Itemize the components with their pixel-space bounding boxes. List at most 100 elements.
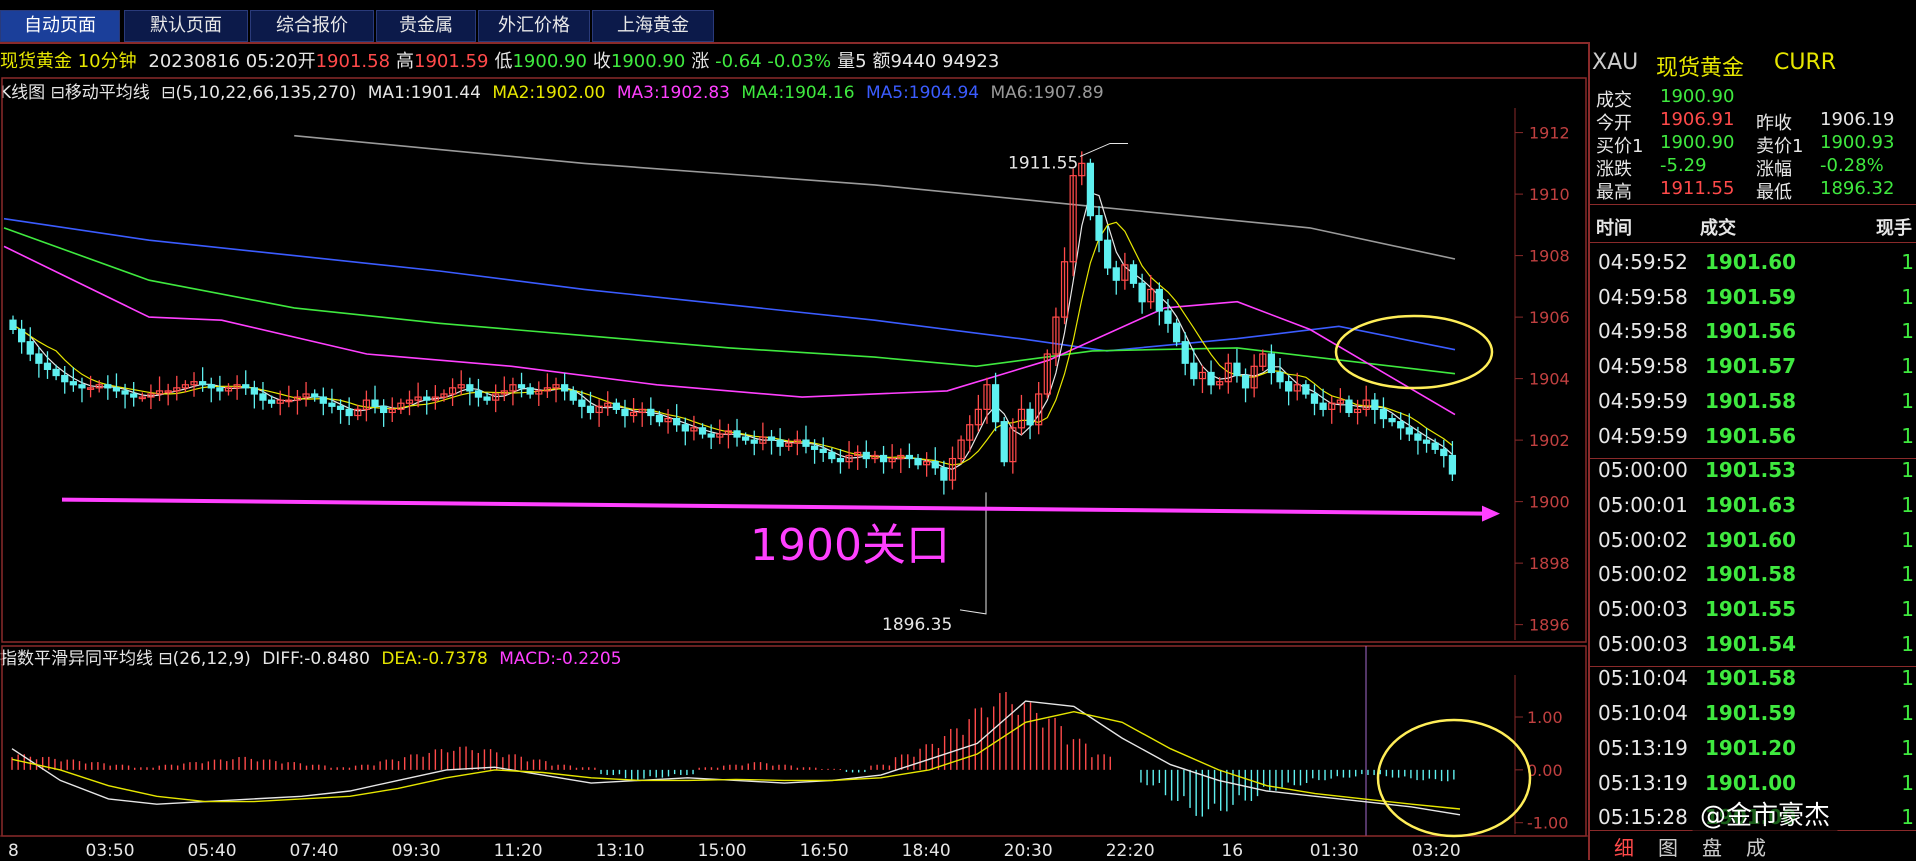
col-qty-header: 现手: [1876, 218, 1912, 239]
candle-body: [1328, 402, 1336, 410]
candle-body: [888, 457, 896, 463]
tab-forex[interactable]: 外汇价格: [478, 10, 590, 42]
candle-body: [1405, 427, 1413, 435]
tick-qty: 1: [1901, 388, 1914, 413]
low-value: 1900.90: [512, 51, 587, 72]
tick-time: 05:13:19: [1598, 770, 1688, 795]
volume-value: 5: [855, 51, 867, 72]
tab-trades[interactable]: 成: [1746, 836, 1766, 860]
tick-time: 04:59:58: [1598, 284, 1688, 309]
candle-body: [1371, 399, 1379, 410]
candle-body: [543, 387, 552, 392]
candle-body: [500, 390, 508, 395]
tick-row: 05:00:01 1901.63 1: [1590, 493, 1916, 527]
candle-body: [1112, 267, 1120, 281]
candle-body: [319, 396, 327, 404]
tab-precious-metals[interactable]: 贵金属: [376, 10, 476, 42]
high-point-label: 1911.55: [1008, 153, 1078, 173]
tick-qty: 1: [1901, 250, 1914, 274]
macd-y-tick-label: -1.00: [1527, 814, 1568, 833]
candle-body: [845, 454, 853, 463]
tab-shanghai-gold[interactable]: 上海黄金: [592, 10, 714, 42]
tick-time: 05:00:00: [1598, 458, 1688, 483]
tick-row: 05:10:04 1901.58 1: [1590, 666, 1916, 700]
ma6-value: MA6:1907.89: [990, 83, 1104, 103]
x-tick-label: 8: [8, 841, 19, 860]
candle-body: [759, 436, 767, 444]
candle-body: [26, 341, 34, 355]
tick-price: 1901.56: [1705, 423, 1797, 448]
quote-info-bar: 现货黄金 10分钟 20230816 05:20开1901.58 高1901.59…: [0, 48, 1580, 76]
ma1-value: MA1:1901.44: [367, 83, 481, 103]
candle-body: [1302, 384, 1310, 395]
candle-body: [914, 457, 922, 466]
diff-value: DIFF:-0.8480: [262, 649, 370, 669]
close-label: 收: [592, 51, 611, 72]
candle-body: [130, 393, 138, 398]
candle-body: [181, 384, 190, 389]
candle-body: [336, 405, 345, 410]
x-tick-label: 03:50: [86, 841, 135, 860]
open-label: 开: [297, 51, 316, 72]
candle-body: [207, 384, 215, 389]
change-pct: -0.03%: [767, 51, 832, 72]
tick-qty: 1: [1901, 562, 1914, 587]
tick-price: 1901.55: [1705, 597, 1797, 621]
macd-settings-icon[interactable]: ⊟: [158, 649, 172, 669]
candle-body: [52, 368, 60, 377]
ma-indicator-name: 移动平均线: [64, 83, 150, 103]
candle-body: [285, 399, 293, 403]
candle-body: [267, 399, 276, 404]
field-value: -5.29: [1660, 155, 1707, 176]
candle-body: [871, 454, 879, 460]
tab-chart[interactable]: 图: [1658, 836, 1678, 860]
x-tick-label: 09:30: [392, 841, 441, 860]
y-tick-label: 1906: [1529, 308, 1570, 327]
tick-qty: 1: [1901, 701, 1914, 726]
x-tick-label: 18:40: [902, 841, 951, 860]
candle-body: [1207, 371, 1215, 386]
tick-qty: 1: [1901, 666, 1914, 691]
tick-time: 04:59:59: [1598, 423, 1688, 448]
candle-body: [1017, 408, 1026, 429]
candle-body: [414, 396, 422, 401]
ma-settings-icon[interactable]: ⊟: [161, 83, 175, 103]
kline-title: K线图: [0, 83, 46, 103]
ma-line-ma3: [3, 245, 1456, 416]
candle-body: [1181, 341, 1189, 364]
tick-time: 05:15:28: [1598, 805, 1688, 830]
candle-body: [750, 439, 758, 444]
low-leader-line: [959, 492, 987, 615]
diff-line: [11, 700, 1461, 816]
candle-body: [586, 405, 595, 414]
candle-body: [690, 427, 698, 432]
tick-qty: 1: [1901, 458, 1914, 483]
kline-chart[interactable]: 1912 1910 1908 1906 1904 1902 1900 1898 1896 1.0…: [0, 0, 1588, 860]
candle-body: [509, 384, 517, 392]
tick-time: 05:00:02: [1598, 562, 1688, 587]
tab-auto-page[interactable]: 自动页面: [0, 10, 120, 42]
tab-detail[interactable]: 细: [1614, 836, 1634, 860]
candle-body: [474, 390, 483, 398]
candle-body: [681, 424, 689, 432]
high-label: 高: [396, 51, 415, 72]
candle-body: [802, 439, 810, 447]
tick-time: 05:00:03: [1598, 597, 1688, 621]
tick-time: 05:00:01: [1598, 492, 1688, 517]
field-value: -0.28%: [1820, 155, 1884, 176]
candle-body: [664, 417, 672, 423]
tick-row: 04:59:52 1901.60 1: [1590, 250, 1916, 284]
y-tick-label: 1902: [1529, 431, 1570, 450]
candle-body: [966, 424, 974, 441]
y-tick-label: 1912: [1529, 124, 1570, 143]
candle-body: [1362, 399, 1370, 410]
tab-default-page[interactable]: 默认页面: [124, 10, 248, 42]
tab-orderbook[interactable]: 盘: [1702, 836, 1722, 860]
candle-body: [1267, 353, 1276, 374]
y-tick-label: 1908: [1529, 247, 1570, 266]
ma-dropdown-icon[interactable]: ⊟: [51, 83, 65, 103]
candle-body: [1198, 371, 1207, 380]
candle-body: [173, 387, 181, 392]
ma-line-ma5: [3, 217, 1456, 352]
tab-quotes[interactable]: 综合报价: [250, 10, 374, 42]
